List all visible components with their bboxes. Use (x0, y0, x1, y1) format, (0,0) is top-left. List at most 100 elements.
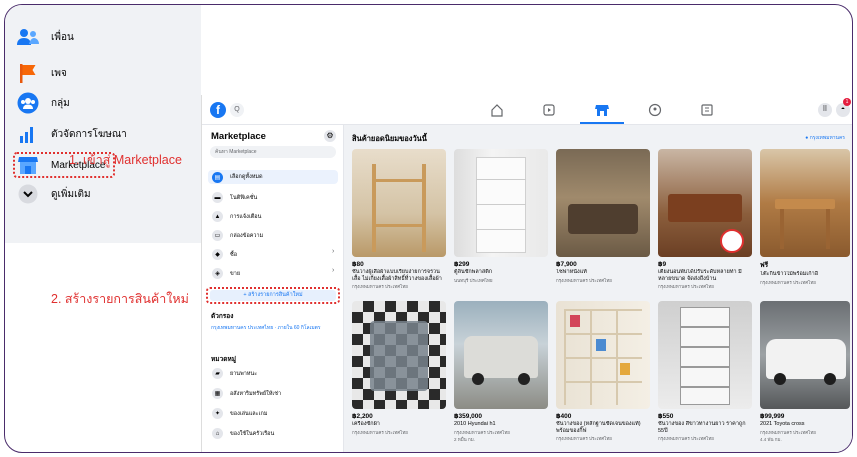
listing-title: โซฟาหนังแท้ (556, 269, 587, 275)
sidebar-item-label: ขาย (230, 270, 241, 277)
listing-price: ฿99,999 (760, 413, 785, 420)
listing-location: กรุงเทพมหานคร ประเทศไทย (352, 429, 408, 435)
listing-card[interactable]: ฿400 ชั้นวางของ (หลักฐานชัดเจนของแท้) พร… (556, 301, 650, 442)
listing-location: กรุงเทพมหานคร ประเทศไทย (454, 429, 510, 435)
menu-label-ads-manager: ตัวจัดการโฆษณา (51, 128, 127, 140)
category-item-vehicles[interactable]: ▰ ยานพาหนะ (212, 368, 257, 379)
category-item-household[interactable]: ⌂ ของใช้ในครัวเรือน (212, 428, 274, 439)
listing-image (760, 149, 850, 257)
bag-icon: ◆ (212, 249, 223, 260)
category-label: อสังหาริมทรัพย์ให้เช่า (230, 390, 282, 397)
inbox-icon: ▬ (212, 192, 223, 203)
listing-price: ฿299 (454, 261, 470, 268)
listing-price: ฿400 (556, 413, 572, 420)
menu-label-friends: เพื่อน (51, 31, 74, 43)
listing-location: กรุงเทพมหานคร ประเทศไทย (352, 284, 408, 289)
sidebar-item-sell[interactable]: ◈ ขาย (212, 268, 240, 279)
category-item-toys[interactable]: ✦ ของเล่นและเกม (212, 408, 267, 419)
menu-item-friends[interactable]: เพื่อน (17, 26, 74, 48)
listing-title: ตู้ลิ้นชักพลาสติก (454, 269, 493, 275)
screenshot-frame: เพื่อน เพจ กลุ่ม ตัวจัดการโฆษณา Marketpl… (4, 4, 853, 453)
menu-grid-button[interactable]: ⠿ (818, 103, 832, 117)
sidebar-item-inbox[interactable]: ▭ กล่องข้อความ (212, 230, 263, 241)
marketplace-sidebar: Marketplace ⚙ ค้นหา Marketplace ▤ เลือกดู… (202, 125, 344, 452)
sidebar-item-notifications[interactable]: ▬ โนติฟิเคชั่น (212, 192, 257, 203)
notification-badge: 1 (843, 98, 851, 106)
location-link[interactable]: ● กรุงเทพมหานคร (805, 134, 845, 142)
listing-title: 2010 Hyundai h1 (454, 421, 496, 427)
listing-location: กรุงเทพมหานคร ประเทศไทย (760, 279, 816, 285)
groups-tab-icon[interactable] (648, 103, 662, 117)
top-bar: f Q ⠿ ◓ 1 (202, 95, 852, 125)
listing-card[interactable]: ฿359,000 2010 Hyundai h1 กรุงเทพมหานคร ป… (454, 301, 548, 443)
tag-icon: ◈ (212, 268, 223, 279)
listing-card[interactable]: ฿99,999 2021 Toyota cross กรุงเทพมหานคร … (760, 301, 850, 443)
listing-price: ฿9 (658, 261, 667, 268)
listing-title: เตียงนอนพับได้ปรับระดับหลายท่า มี หลายขน… (658, 269, 742, 282)
sidebar-item-buy[interactable]: ◆ ซื้อ (212, 249, 237, 260)
watch-icon[interactable] (542, 103, 556, 117)
listing-image (658, 301, 752, 409)
listing-location: กรุงเทพมหานคร ประเทศไทย (658, 284, 714, 289)
facebook-left-menu: เพื่อน เพจ กลุ่ม ตัวจัดการโฆษณา Marketpl… (5, 5, 201, 243)
menu-item-pages[interactable]: เพจ (17, 62, 67, 84)
listing-image (454, 301, 548, 409)
listing-card[interactable]: ฟรี โต๊ะกินข้าวไม้พร้อมเก้าอี้ กรุงเทพมห… (760, 149, 850, 286)
marketplace-screenshot: f Q ⠿ ◓ 1 Marketplace ⚙ ค้นหา Marketplac… (201, 95, 852, 452)
pages-flag-icon (17, 62, 39, 84)
listing-image (658, 149, 752, 257)
groups-icon (17, 92, 39, 114)
marketplace-tab-icon[interactable] (595, 103, 609, 117)
listing-card[interactable]: ฿550 ชั้นวางของ สีขาวทางานยาว ราคาถูก 55… (658, 301, 752, 442)
menu-label-pages: เพจ (51, 67, 67, 79)
annotation-step1: 1. เข้าสู่ Marketplace (69, 153, 182, 167)
search-button[interactable]: Q (230, 103, 244, 117)
menu-item-see-more[interactable]: ดูเพิ่มเติม (17, 183, 91, 205)
sidebar-item-alerts[interactable]: ▲ การแจ้งเตือน (212, 211, 261, 222)
section-title: สินค้ายอดนิยมของวันนี้ (352, 134, 427, 143)
listing-price: ฿2,200 (352, 413, 373, 420)
marketplace-search-input[interactable]: ค้นหา Marketplace (210, 146, 336, 158)
car-icon: ▰ (212, 368, 223, 379)
menu-label-see-more: ดูเพิ่มเติม (51, 188, 91, 200)
listing-mileage: 2 หมื่น กม. (454, 436, 475, 442)
store-icon: ▤ (212, 171, 223, 183)
sidebar-item-label: ซื้อ (230, 251, 238, 258)
filter-location-link[interactable]: กรุงเทพมหานคร ประเทศไทย · ภายใน 60 กิโลเ… (211, 325, 335, 331)
listing-price: ฿7,900 (556, 261, 577, 268)
menu-item-ads-manager[interactable]: ตัวจัดการโฆษณา (17, 123, 127, 145)
menu-item-groups[interactable]: กลุ่ม (17, 92, 70, 114)
listing-card[interactable]: ฿299 ตู้ลิ้นชักพลาสติก นนทบุรี ประเทศไทย (454, 149, 548, 284)
message-icon: ▭ (212, 230, 223, 241)
friends-icon (17, 26, 39, 48)
sidebar-item-label: การแจ้งเตือน (230, 213, 262, 220)
sidebar-item-browse-all[interactable]: ▤ เลือกดูทั้งหมด (208, 170, 338, 184)
marketplace-tab-underline (580, 122, 624, 124)
category-label: ของเล่นและเกม (230, 410, 268, 417)
listing-card[interactable]: ฿7,900 โซฟาหนังแท้ กรุงเทพมหานคร ประเทศไ… (556, 149, 650, 284)
building-icon: ▦ (212, 388, 223, 399)
settings-gear-icon[interactable]: ⚙ (324, 130, 336, 142)
location-text: กรุงเทพมหานคร (809, 135, 845, 141)
listing-card[interactable]: ฿80 ชั้นวางผู้เสื้อผ้าแบบเรียบง่ายการจรว… (352, 149, 446, 290)
home-goods-icon: ⌂ (212, 428, 223, 439)
listing-mileage: 4.4 พัน กม. (760, 436, 782, 442)
listing-card[interactable]: ฿9 เตียงนอนพับได้ปรับระดับหลายท่า มี หลา… (658, 149, 752, 290)
listing-title: โต๊ะกินข้าวไม้พร้อมเก้าอี้ (760, 271, 819, 277)
listing-title: เครื่องซักผ้า (352, 421, 380, 427)
listing-card[interactable]: ฿2,200 เครื่องซักผ้า กรุงเทพมหานคร ประเท… (352, 301, 446, 436)
listing-image (352, 301, 446, 409)
listing-title: ชั้นวางของ สีขาวทางานยาว ราคาถูก 55ปี (658, 421, 746, 434)
gaming-tab-icon[interactable] (700, 103, 714, 117)
listing-location: กรุงเทพมหานคร ประเทศไทย (658, 436, 714, 441)
create-listing-button[interactable]: + สร้างรายการสินค้าใหม่ (210, 290, 336, 301)
puzzle-icon: ✦ (212, 408, 223, 419)
home-icon[interactable] (490, 103, 504, 117)
bell-icon: ▲ (212, 211, 223, 222)
category-item-rentals[interactable]: ▦ อสังหาริมทรัพย์ให้เช่า (212, 388, 281, 399)
facebook-logo-icon[interactable]: f (210, 102, 226, 118)
listing-location: กรุงเทพมหานคร ประเทศไทย (556, 277, 612, 283)
sidebar-title: Marketplace (211, 131, 266, 142)
listing-price: ฟรี (760, 262, 769, 269)
listing-title: ชั้นวางของ (หลักฐานชัดเจนของแท้) พร้อมขอ… (556, 421, 641, 434)
